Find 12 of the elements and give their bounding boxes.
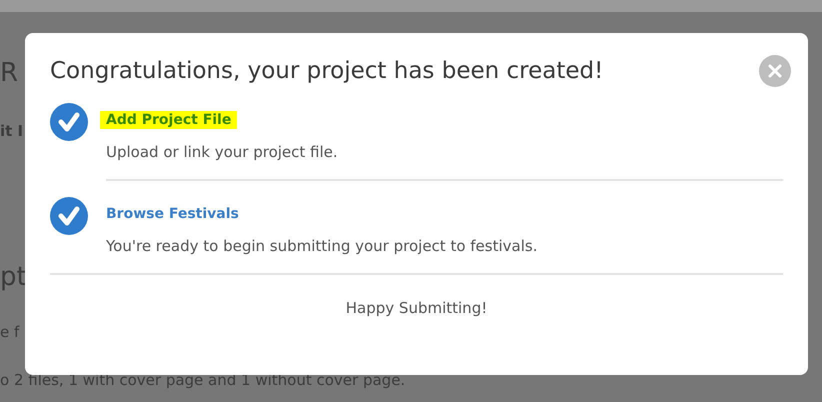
step-description: You're ready to begin submitting your project to festivals.	[106, 237, 538, 255]
step-description: Upload or link your project file.	[106, 143, 339, 161]
dialog-title: Congratulations, your project has been created!	[50, 58, 604, 84]
footer-text: Happy Submitting!	[344, 298, 488, 317]
background-text: R	[0, 58, 18, 88]
close-button[interactable]	[759, 55, 791, 87]
background-text: it I	[0, 122, 24, 140]
background-text: e f	[0, 323, 20, 341]
step-link[interactable]: Add Project File	[100, 111, 238, 129]
step-link[interactable]: Browse Festivals	[100, 205, 245, 223]
background-text: pt	[0, 262, 27, 292]
close-icon	[768, 64, 782, 78]
